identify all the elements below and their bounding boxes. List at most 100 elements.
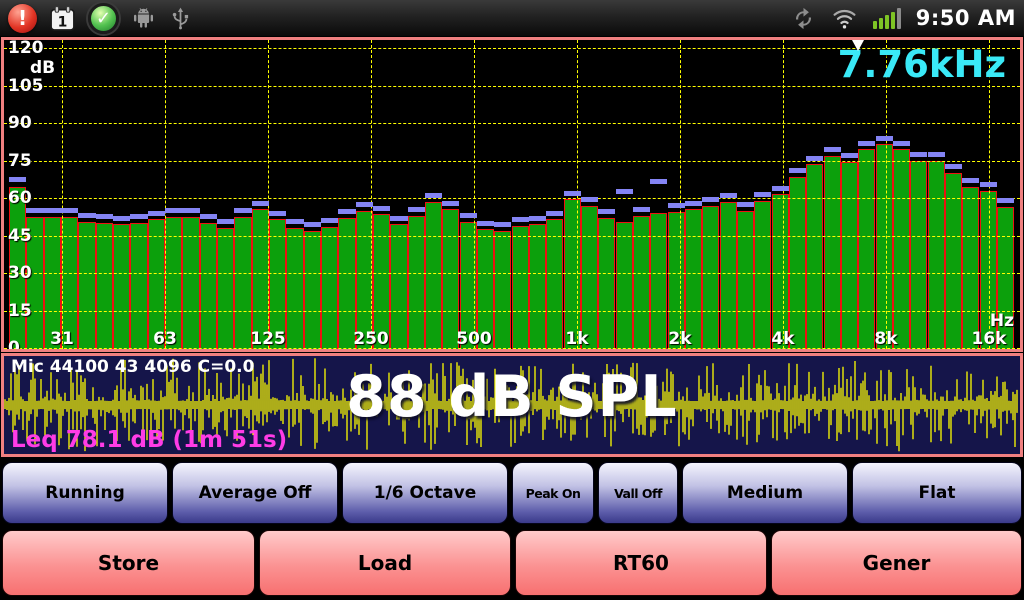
peak-hold-cap: [945, 164, 962, 169]
gener-button[interactable]: Gener: [771, 530, 1022, 596]
peak-hold-cap: [980, 182, 997, 187]
peak-hold-cap: [668, 203, 685, 208]
x-gridline: [989, 40, 990, 349]
peak-hold-cap: [806, 156, 823, 161]
spectrum-bar: [512, 226, 529, 350]
y-tick-label: 120: [8, 40, 44, 57]
spectrum-plot[interactable]: 1201059075604530150dB31631252505001k2k4k…: [4, 40, 1020, 349]
store-button[interactable]: Store: [2, 530, 255, 596]
spectrum-bar: [494, 231, 511, 350]
signal-strength-icon: [873, 7, 901, 29]
wifi-icon: [831, 6, 858, 31]
spectrum-bar: [96, 223, 113, 349]
peak-hold-cap: [286, 219, 303, 224]
peak-hold-cap: [61, 208, 78, 213]
x-tick-label: 1k: [555, 330, 599, 348]
average-off-button[interactable]: Average Off: [172, 462, 338, 524]
peak-hold-cap: [910, 152, 927, 157]
peak-hold-cap: [96, 214, 113, 219]
peak-hold-cap: [338, 209, 355, 214]
flat-button[interactable]: Flat: [852, 462, 1022, 524]
x-gridline: [62, 40, 63, 349]
spectrum-bar: [200, 223, 217, 349]
spectrum-analyzer-panel: 1201059075604530150dB31631252505001k2k4k…: [1, 37, 1023, 352]
peak-hold-cap: [442, 201, 459, 206]
peak-on-button[interactable]: Peak On: [512, 462, 594, 524]
spectrum-bar: [893, 149, 910, 349]
x-tick-label: 2k: [658, 330, 702, 348]
peak-hold-cap: [130, 214, 147, 219]
calendar-day-text: 1: [58, 14, 68, 30]
peak-hold-cap: [702, 197, 719, 202]
y-gridline: [4, 198, 1020, 199]
action-button-row: StoreLoadRT60Gener: [0, 530, 1024, 596]
load-button[interactable]: Load: [259, 530, 511, 596]
peak-hold-cap: [962, 178, 979, 183]
peak-hold-cap: [217, 219, 234, 224]
y-tick-label: 0: [8, 339, 20, 349]
peak-hold-cap: [269, 211, 286, 216]
frequency-cursor-marker[interactable]: [852, 40, 864, 51]
peak-hold-cap: [529, 216, 546, 221]
signal-bar: [885, 15, 889, 29]
x-gridline: [268, 40, 269, 349]
y-tick-label: 75: [8, 152, 32, 170]
peak-hold-cap: [304, 222, 321, 227]
y-tick-label: 60: [8, 189, 32, 207]
peak-hold-cap: [148, 211, 165, 216]
1-6-octave-button[interactable]: 1/6 Octave: [342, 462, 508, 524]
x-tick-label: 125: [246, 330, 290, 348]
spectrum-bar: [650, 213, 667, 349]
peak-hold-cap: [685, 201, 702, 206]
y-gridline: [4, 311, 1020, 312]
spectrum-bar: [720, 202, 737, 349]
peak-hold-cap: [234, 208, 251, 213]
x-gridline: [680, 40, 681, 349]
check-notification-icon: ✓: [88, 3, 119, 34]
y-gridline: [4, 273, 1020, 274]
peak-hold-cap: [113, 216, 130, 221]
vall-off-button[interactable]: Vall Off: [598, 462, 678, 524]
peak-hold-cap: [26, 208, 43, 213]
peak-hold-cap: [9, 177, 26, 182]
y-tick-label: 15: [8, 302, 32, 320]
y-axis-unit-label: dB: [30, 59, 55, 77]
spectrum-bar: [841, 162, 858, 349]
spectrum-bar: [945, 173, 962, 349]
peak-hold-cap: [512, 217, 529, 222]
y-tick-label: 90: [8, 114, 32, 132]
peak-hold-cap: [356, 202, 373, 207]
y-gridline: [4, 123, 1020, 124]
peak-hold-cap: [44, 208, 61, 213]
spectrum-bar: [928, 161, 945, 350]
medium-button[interactable]: Medium: [682, 462, 848, 524]
spectrum-bar: [737, 211, 754, 350]
signal-bar: [873, 21, 877, 29]
running-button[interactable]: Running: [2, 462, 168, 524]
signal-bar: [891, 12, 895, 29]
peak-hold-cap: [754, 192, 771, 197]
peak-hold-cap: [928, 152, 945, 157]
waveform-panel[interactable]: Mic 44100 43 4096 C=0.0 88 dB SPL Leq 78…: [1, 353, 1023, 457]
clock: 9:50 AM: [916, 6, 1016, 30]
x-gridline: [165, 40, 166, 349]
x-tick-label: 63: [143, 330, 187, 348]
spectrum-bar: [962, 187, 979, 349]
x-tick-label: 250: [349, 330, 393, 348]
spectrum-bar: [754, 201, 771, 350]
system-status-icons: 9:50 AM: [791, 6, 1016, 31]
peak-hold-cap: [408, 207, 425, 212]
peak-hold-cap: [78, 213, 95, 218]
spectrum-bar: [858, 149, 875, 349]
x-gridline: [474, 40, 475, 349]
signal-bar: [879, 18, 883, 29]
peak-hold-cap: [494, 222, 511, 227]
rt60-button[interactable]: RT60: [515, 530, 767, 596]
spectrum-bar: [425, 202, 442, 349]
spl-readout: 88 dB SPL: [4, 364, 1020, 430]
peak-hold-cap: [598, 209, 615, 214]
peak-hold-cap: [633, 207, 650, 212]
x-tick-label: 31: [40, 330, 84, 348]
peak-hold-cap: [564, 191, 581, 196]
peak-hold-cap: [876, 136, 893, 141]
